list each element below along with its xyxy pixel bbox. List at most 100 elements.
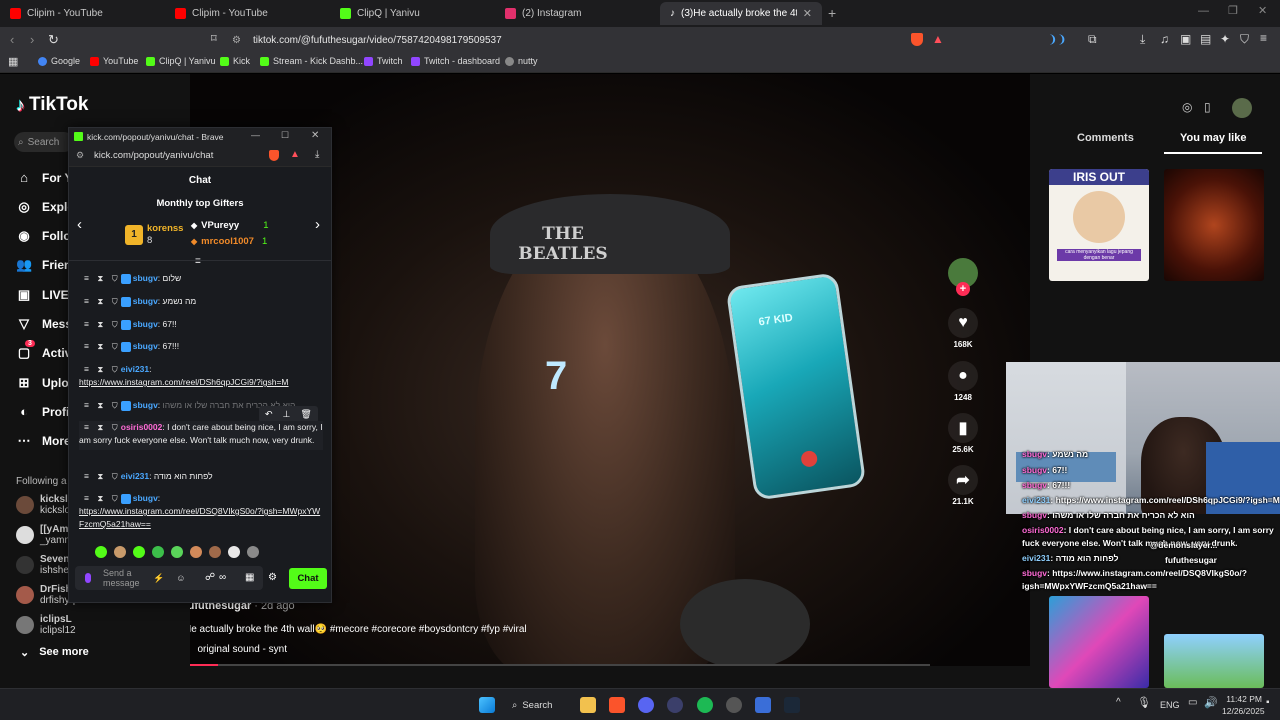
- send-chat-button[interactable]: Chat: [289, 568, 327, 589]
- chat-link[interactable]: https://www.instagram.com/reel/DSQ8VIkgS…: [79, 506, 320, 529]
- music-icon[interactable]: ♫: [1160, 32, 1169, 46]
- suggested-video-thumb[interactable]: [1049, 596, 1149, 688]
- sidebar-item-explore[interactable]: ◎ Explo: [16, 199, 74, 215]
- bookmark-kick-dashboard[interactable]: Stream - Kick Dashb...: [260, 56, 363, 66]
- minimize-icon[interactable]: —: [251, 130, 260, 140]
- apps-grid-icon[interactable]: ▦: [8, 55, 18, 68]
- windows-start-icon[interactable]: [479, 697, 495, 713]
- sidebar-item-for-you[interactable]: ⌂ For Y: [16, 170, 72, 185]
- emote-icon[interactable]: [190, 546, 202, 558]
- emote-icon[interactable]: [95, 546, 107, 558]
- settings-icon[interactable]: ◎: [1182, 100, 1192, 114]
- chat-message[interactable]: ≡ ⧗ ⛉ sbugv: https://www.instagram.com/ree…: [79, 492, 323, 531]
- people-icon[interactable]: ☍: [205, 572, 215, 583]
- chat-message-highlighted[interactable]: ≡ ⧗ ⛉osiris0002: I don't care about bein…: [79, 421, 323, 450]
- gifter-third[interactable]: ◆ mrcool1007 1: [191, 236, 267, 247]
- brave-shield-icon[interactable]: [269, 150, 279, 161]
- forward-icon[interactable]: ›: [30, 32, 34, 47]
- chat-username[interactable]: sbugv: [133, 493, 158, 503]
- bookmark-clipq[interactable]: ClipQ | Yanivu: [146, 56, 216, 66]
- menu-icon[interactable]: ≡: [1260, 31, 1267, 45]
- chat-username[interactable]: sbugv: [133, 296, 158, 306]
- tiktok-logo[interactable]: ♪ TikTok: [16, 94, 88, 116]
- suggested-video-thumb[interactable]: [1164, 634, 1264, 688]
- chat-username[interactable]: sbugv: [133, 319, 158, 329]
- site-info-icon[interactable]: ⚙: [232, 35, 241, 46]
- chat-username[interactable]: eivi231: [121, 364, 149, 374]
- chat-username[interactable]: osiris0002: [121, 422, 163, 432]
- discord-icon[interactable]: [638, 697, 654, 713]
- maximize-icon[interactable]: ❐: [1228, 4, 1238, 17]
- minimize-icon[interactable]: —: [1198, 5, 1209, 17]
- sidebar-icon[interactable]: ▣: [1180, 32, 1191, 46]
- emote-icon[interactable]: [133, 546, 145, 558]
- tab-comments[interactable]: Comments: [1077, 132, 1134, 144]
- file-explorer-icon[interactable]: [580, 697, 596, 713]
- collapse-icon[interactable]: ≡: [195, 256, 201, 267]
- chat-username[interactable]: sbugv: [133, 400, 158, 410]
- spotify-icon[interactable]: [697, 697, 713, 713]
- device-icon[interactable]: ▯: [1204, 100, 1211, 114]
- popup-url-bar[interactable]: ⚙ kick.com/popout/yanivu/chat ▲ ⤓: [69, 145, 331, 167]
- new-tab-button[interactable]: +: [828, 5, 836, 21]
- user-avatar[interactable]: [1232, 98, 1252, 118]
- follow-plus-icon[interactable]: +: [956, 282, 970, 296]
- back-icon[interactable]: ‹: [10, 32, 14, 47]
- extensions-icon[interactable]: ❩❩: [1048, 33, 1066, 46]
- popup-titlebar[interactable]: kick.com/popout/yanivu/chat - Brave — ☐ …: [69, 128, 331, 145]
- bookmark-twitch-dashboard[interactable]: Twitch - dashboard: [411, 56, 500, 66]
- emote-icon[interactable]: [228, 546, 240, 558]
- tab-clipim-2[interactable]: Clipim - YouTube: [165, 2, 330, 25]
- app-icon[interactable]: [667, 697, 683, 713]
- see-more-link[interactable]: ⌄ See more: [20, 646, 89, 659]
- chat-message[interactable]: ≡ ⧗ ⛉ sbugv: 67!!: [79, 318, 323, 331]
- bookmark-page-icon[interactable]: ⌑: [211, 32, 217, 45]
- chat-message[interactable]: ≡ ⧗ ⛉ sbugv: שלום: [79, 272, 323, 285]
- gifter-second[interactable]: ◆ VPureyy 1: [191, 220, 268, 231]
- sidebar-item-upload[interactable]: ⊞ Uploa: [16, 375, 76, 391]
- bookmark-kick[interactable]: Kick: [220, 56, 250, 66]
- sound-line[interactable]: ♫ original sound - synt: [190, 644, 287, 655]
- brave-rewards-icon[interactable]: ▲: [932, 32, 944, 46]
- followed-account[interactable]: Seven ishshe: [16, 554, 69, 576]
- infinity-icon[interactable]: ∞: [219, 572, 226, 583]
- chat-message[interactable]: ≡ ⧗ ⛉ sbugv: מה נשמע: [79, 295, 323, 308]
- maximize-icon[interactable]: ☐: [281, 130, 289, 141]
- sidebar-item-activity[interactable]: ▢ 3 Activ: [16, 340, 71, 361]
- sidebar-item-profile[interactable]: ◐ Profi: [16, 404, 69, 419]
- pin-icon[interactable]: ⊥: [283, 409, 291, 420]
- language-indicator[interactable]: ENG: [1160, 700, 1180, 710]
- sidebar-item-friends[interactable]: 👥 Frien: [16, 257, 71, 273]
- chat-message[interactable]: ≡ ⧗ ⛉eivi231: https://www.instagram.com/r…: [79, 363, 323, 389]
- followed-account[interactable]: iclipsL iclipsl12: [16, 614, 76, 636]
- brave-rewards-icon[interactable]: ▲: [290, 149, 300, 160]
- chevron-right-icon[interactable]: ›: [315, 216, 320, 233]
- tab-tiktok-active[interactable]: ♪ (3)He actually broke the 4th wal ✕: [660, 2, 822, 25]
- reload-icon[interactable]: ↻: [48, 32, 59, 48]
- steam-icon[interactable]: [784, 697, 800, 713]
- chat-username[interactable]: sbugv: [133, 341, 158, 351]
- comment-button[interactable]: ● 1248: [948, 361, 978, 402]
- obs-icon[interactable]: [726, 697, 742, 713]
- bookmark-button[interactable]: ▮ 25.6K: [948, 413, 978, 454]
- emote-icon[interactable]: [209, 546, 221, 558]
- like-button[interactable]: ♥ 168K: [948, 308, 978, 349]
- bookmark-youtube[interactable]: YouTube: [90, 56, 138, 66]
- leo-icon[interactable]: ✦: [1220, 32, 1230, 46]
- close-window-icon[interactable]: ✕: [1258, 4, 1267, 17]
- chat-link[interactable]: https://www.instagram.com/reel/DSh6qpJCG…: [79, 377, 289, 387]
- app-icon[interactable]: [755, 697, 771, 713]
- chat-username[interactable]: sbugv: [133, 273, 158, 283]
- bookmark-nutty[interactable]: nutty: [505, 56, 538, 66]
- chat-username[interactable]: eivi231: [121, 471, 149, 481]
- vpn-icon[interactable]: ⛉: [1240, 32, 1249, 47]
- suggested-video-thumb[interactable]: [1164, 169, 1264, 281]
- clock[interactable]: 11:42 PM 12/26/2025: [1222, 693, 1265, 717]
- bot-icon[interactable]: ⚡: [153, 573, 164, 584]
- microphone-icon[interactable]: 🎙: [1137, 696, 1151, 709]
- share-button[interactable]: ➦ 21.1K: [948, 465, 978, 506]
- emote-icon[interactable]: [247, 546, 259, 558]
- gifter-first[interactable]: 1 korenss 8: [125, 223, 183, 247]
- microphone-icon[interactable]: [85, 573, 91, 583]
- reply-icon[interactable]: ↶: [265, 409, 273, 420]
